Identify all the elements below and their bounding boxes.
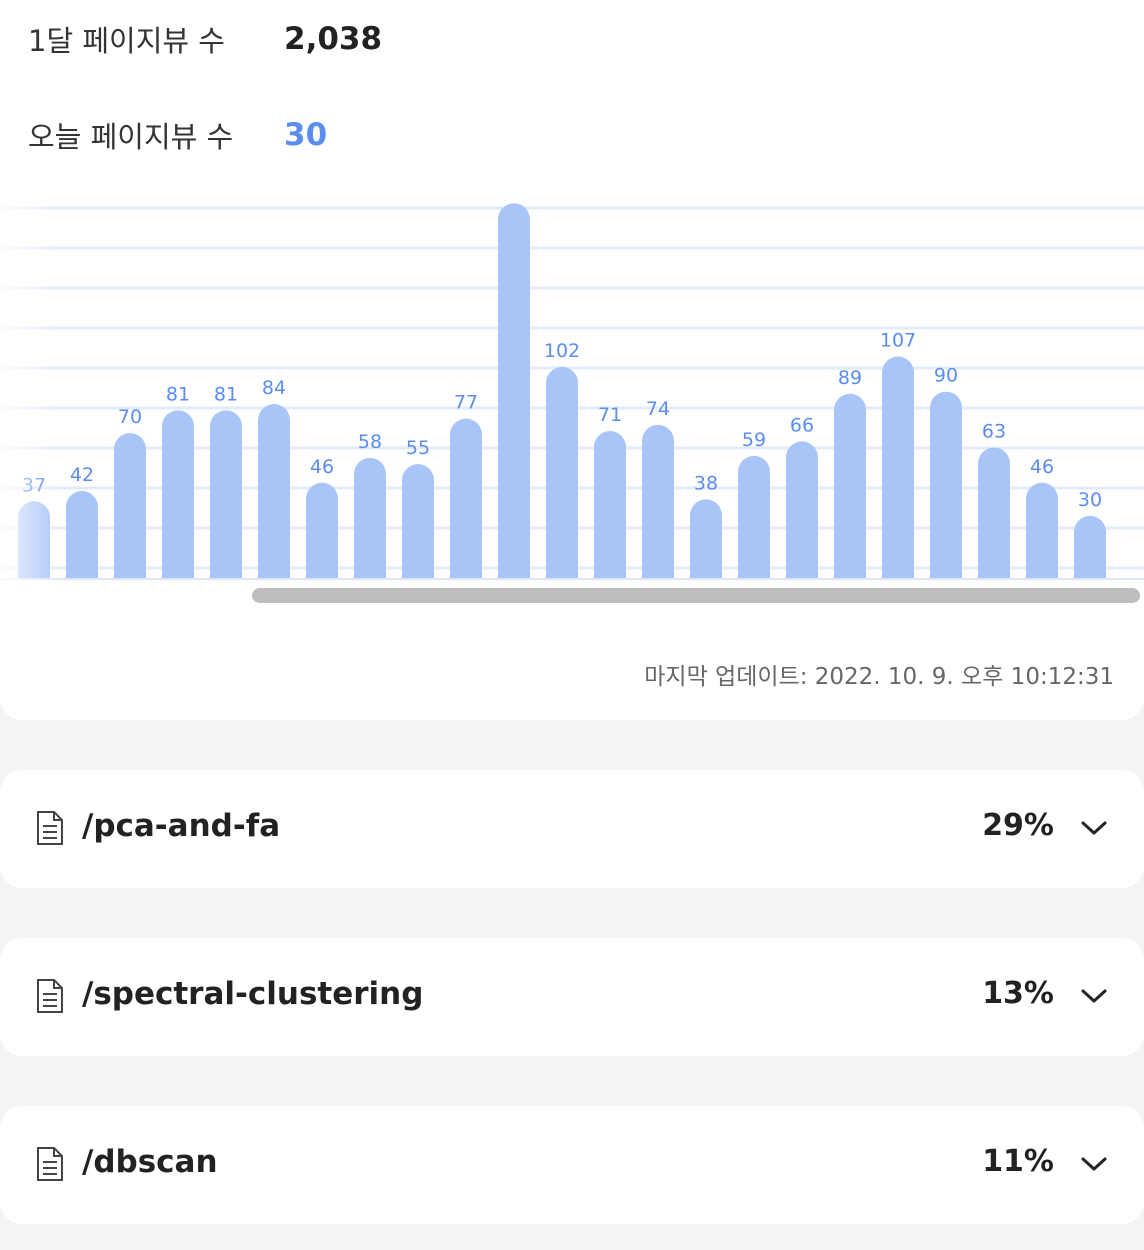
chevron-down-icon[interactable] xyxy=(1080,986,1108,1006)
chart-bar[interactable] xyxy=(594,431,626,578)
chart-bar[interactable] xyxy=(738,455,770,578)
chart-data-label: 89 xyxy=(838,367,862,389)
chart-data-label: 46 xyxy=(1030,456,1054,478)
last-update-text: 마지막 업데이트: 2022. 10. 9. 오후 10:12:31 xyxy=(644,664,1114,690)
chart-bar[interactable] xyxy=(882,356,914,578)
chart-scrollbar-thumb[interactable] xyxy=(252,588,1140,603)
chart-bar[interactable] xyxy=(1074,515,1106,578)
page-item[interactable]: /spectral-clustering 13% xyxy=(0,938,1144,1056)
page-path: /dbscan xyxy=(82,1144,218,1180)
chart-data-label: 59 xyxy=(742,429,766,451)
chart-data-label: 37 xyxy=(22,474,46,496)
chart-bar[interactable] xyxy=(18,501,50,578)
page-percent: 29% xyxy=(982,808,1054,843)
chart-data-label: 63 xyxy=(982,421,1006,443)
today-pageviews-label: 오늘 페이지뷰 수 xyxy=(28,120,234,154)
chart-bar[interactable] xyxy=(114,433,146,578)
chart-data-label: 42 xyxy=(70,464,94,486)
stats-card: 1달 페이지뷰 수 2,038 오늘 페이지뷰 수 30 37 42 70 81 81 8… xyxy=(0,0,1144,720)
chart-data-label: 66 xyxy=(790,414,814,436)
chart-scrollbar[interactable] xyxy=(0,586,1144,606)
page-path: /spectral-clustering xyxy=(82,976,424,1012)
chart-bar[interactable] xyxy=(258,404,290,578)
pageview-chart-svg: 3742708181844658557718110271743859668910… xyxy=(0,203,1144,580)
chart-data-label: 77 xyxy=(454,392,478,414)
chart-bar[interactable] xyxy=(402,464,434,578)
chart-bar[interactable] xyxy=(786,441,818,578)
chart-data-label: 30 xyxy=(1078,489,1102,511)
chart-data-label: 84 xyxy=(262,377,286,399)
page-percent: 11% xyxy=(982,1144,1054,1179)
page-item[interactable]: /dbscan 11% xyxy=(0,1106,1144,1224)
chart-data-label: 81 xyxy=(166,383,190,405)
chart-bar[interactable] xyxy=(210,410,242,578)
page-path: /pca-and-fa xyxy=(82,808,281,844)
page-percent: 13% xyxy=(982,976,1054,1011)
chart-bar[interactable] xyxy=(162,410,194,578)
chart-bar[interactable] xyxy=(66,491,98,578)
chart-data-label: 71 xyxy=(598,404,622,426)
monthly-pageviews-value: 2,038 xyxy=(284,21,383,57)
chart-bar[interactable] xyxy=(642,424,674,578)
today-pageviews-value: 30 xyxy=(284,117,328,153)
chart-data-label: 38 xyxy=(694,472,718,494)
monthly-pageviews: 1달 페이지뷰 수 2,038 xyxy=(28,18,382,60)
document-icon xyxy=(37,1147,63,1181)
chart-bar[interactable] xyxy=(354,457,386,578)
chart-bar[interactable] xyxy=(978,447,1010,578)
chart-data-label: 70 xyxy=(118,406,142,428)
monthly-pageviews-label: 1달 페이지뷰 수 xyxy=(28,24,225,58)
today-pageviews: 오늘 페이지뷰 수 30 xyxy=(28,114,327,156)
chart-data-label: 107 xyxy=(880,330,916,352)
document-icon xyxy=(37,811,63,845)
chart-bar[interactable] xyxy=(930,391,962,578)
chart-bar[interactable] xyxy=(498,203,530,578)
pageview-chart[interactable]: 3742708181844658557718110271743859668910… xyxy=(0,200,1144,610)
chart-bar[interactable] xyxy=(834,393,866,578)
chart-bar[interactable] xyxy=(306,482,338,578)
chevron-down-icon[interactable] xyxy=(1080,818,1108,838)
chart-data-label: 55 xyxy=(406,437,430,459)
chart-data-label: 90 xyxy=(934,365,958,387)
chart-bar[interactable] xyxy=(690,499,722,578)
chart-data-label: 46 xyxy=(310,456,334,478)
page-item[interactable]: /pca-and-fa 29% xyxy=(0,770,1144,888)
chart-data-label: 74 xyxy=(646,398,670,420)
chart-data-label: 81 xyxy=(214,383,238,405)
chart-bar[interactable] xyxy=(450,418,482,578)
chart-data-label: 58 xyxy=(358,431,382,453)
chart-data-label: 102 xyxy=(544,340,580,362)
chevron-down-icon[interactable] xyxy=(1080,1154,1108,1174)
document-icon xyxy=(37,979,63,1013)
chart-bar[interactable] xyxy=(546,366,578,578)
chart-bar[interactable] xyxy=(1026,482,1058,578)
